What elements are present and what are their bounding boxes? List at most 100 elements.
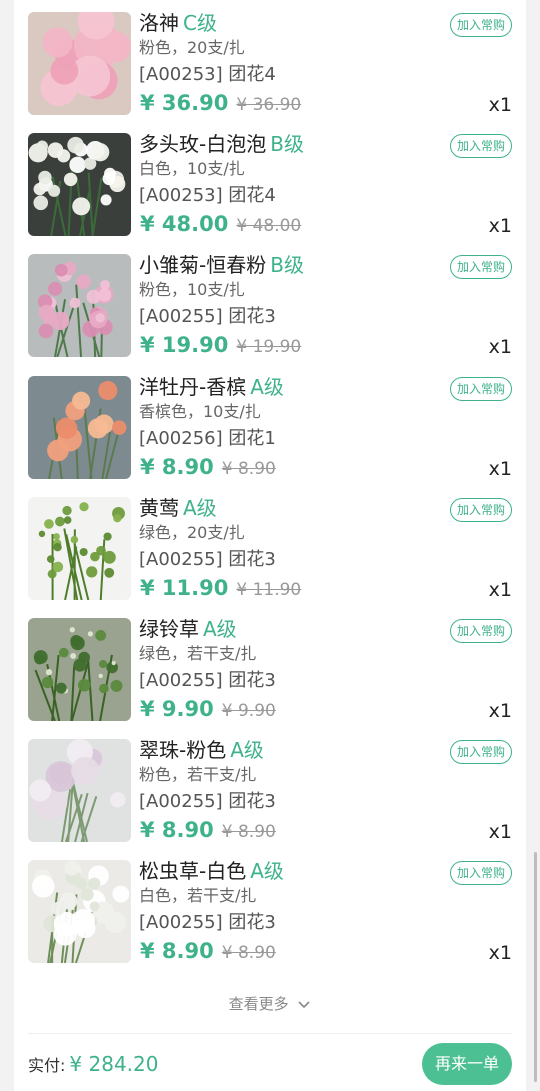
product-title: 洛神 — [139, 11, 179, 35]
reorder-button[interactable]: 再来一单 — [422, 1043, 512, 1085]
product-spec: 白色，若干支/扎 — [139, 886, 257, 906]
footer-divider — [28, 1033, 512, 1034]
product-image[interactable] — [28, 254, 131, 358]
product-code: [A00255] 团花3 — [139, 306, 276, 328]
product-spec: 粉色，10支/扎 — [139, 280, 245, 300]
product-image[interactable] — [28, 618, 131, 721]
original-price: ¥ 8.90 — [221, 822, 276, 843]
product-grade: C级 — [183, 11, 217, 35]
current-price: ¥ 8.90 — [140, 818, 214, 843]
product-price: ¥ 8.90 ¥ 8.90 — [140, 937, 276, 967]
product-quantity: x1 — [488, 578, 512, 601]
current-price: ¥ 9.90 — [140, 697, 214, 721]
product-item[interactable]: 翠珠-粉色 A级 粉色，若干支/扎 [A00255] 团花3 ¥ 8.90 ¥ 8.… — [14, 737, 526, 860]
order-items-card: 洛神 C级 粉色，20支/扎 [A00253] 团花4 ¥ 36.90 ¥ 36.9… — [14, 0, 526, 1091]
product-name: 小雏菊-恒春粉 B级 — [139, 252, 304, 278]
product-grade: B级 — [270, 132, 304, 157]
add-to-favorites-button[interactable]: 加入常购 — [450, 619, 512, 643]
product-quantity: x1 — [488, 700, 512, 722]
product-code: [A00255] 团花3 — [139, 548, 276, 570]
product-quantity: x1 — [488, 336, 512, 359]
product-title: 绿铃草 — [139, 617, 199, 641]
product-item[interactable]: 绿铃草 A级 绿色，若干支/扎 [A00255] 团花3 ¥ 9.90 ¥ 9.90… — [14, 616, 526, 739]
product-name: 洋牡丹-香槟 A级 — [139, 374, 284, 400]
product-price: ¥ 8.90 ¥ 8.90 — [140, 453, 276, 483]
add-to-favorites-button[interactable]: 加入常购 — [450, 497, 512, 522]
product-image[interactable] — [28, 496, 131, 600]
product-quantity: x1 — [488, 215, 512, 238]
product-grade: B级 — [270, 253, 304, 278]
product-grade: A级 — [183, 495, 217, 520]
current-price: ¥ 36.90 — [140, 91, 229, 115]
product-quantity: x1 — [488, 94, 512, 116]
add-to-favorites-button[interactable]: 加入常购 — [450, 861, 512, 886]
product-code: [A00253] 团花4 — [139, 185, 276, 207]
product-spec: 绿色，20支/扎 — [139, 522, 245, 542]
paid-amount: ¥ 284.20 — [69, 1052, 159, 1076]
original-price: ¥ 48.00 — [236, 216, 302, 237]
original-price: ¥ 8.90 — [221, 943, 276, 964]
product-item[interactable]: 洋牡丹-香槟 A级 香槟色，10支/扎 [A00256] 团花1 ¥ 8.90 ¥ … — [14, 374, 526, 497]
product-price: ¥ 9.90 ¥ 9.90 — [140, 695, 276, 725]
add-to-favorites-button[interactable]: 加入常购 — [450, 740, 512, 765]
original-price: ¥ 8.90 — [221, 458, 276, 479]
original-price: ¥ 36.90 — [236, 95, 302, 115]
product-name: 黄莺 A级 — [139, 495, 217, 521]
product-spec: 粉色，若干支/扎 — [139, 765, 257, 785]
product-price: ¥ 48.00 ¥ 48.00 — [140, 210, 301, 240]
product-title: 翠珠-粉色 — [139, 738, 227, 763]
product-grade: A级 — [250, 374, 284, 399]
product-name: 多头玫-白泡泡 B级 — [139, 131, 304, 157]
current-price: ¥ 8.90 — [140, 939, 214, 964]
product-title: 小雏菊-恒春粉 — [139, 253, 267, 278]
product-spec: 绿色，若干支/扎 — [139, 644, 257, 663]
original-price: ¥ 19.90 — [236, 337, 302, 358]
product-price: ¥ 8.90 ¥ 8.90 — [140, 816, 276, 846]
product-name: 绿铃草 A级 — [139, 616, 237, 642]
product-item[interactable]: 松虫草-白色 A级 白色，若干支/扎 [A00255] 团花3 ¥ 8.90 ¥ 8… — [14, 858, 526, 981]
product-spec: 粉色，20支/扎 — [139, 38, 245, 57]
product-title: 洋牡丹-香槟 — [139, 374, 247, 399]
product-name: 松虫草-白色 A级 — [139, 858, 284, 884]
product-grade: A级 — [250, 859, 284, 884]
product-quantity: x1 — [488, 942, 512, 965]
product-price: ¥ 36.90 ¥ 36.90 — [140, 89, 301, 119]
product-code: [A00255] 团花3 — [139, 791, 276, 813]
product-image[interactable] — [28, 860, 131, 964]
scrollbar[interactable] — [534, 852, 537, 1082]
product-item[interactable]: 多头玫-白泡泡 B级 白色，10支/扎 [A00253] 团花4 ¥ 48.00 ¥… — [14, 131, 526, 254]
add-to-favorites-button[interactable]: 加入常购 — [450, 255, 512, 280]
product-title: 松虫草-白色 — [139, 859, 247, 884]
product-grade: A级 — [230, 738, 264, 763]
product-title: 黄莺 — [139, 495, 179, 520]
product-quantity: x1 — [488, 457, 512, 480]
product-code: [A00253] 团花4 — [139, 64, 276, 85]
product-name: 翠珠-粉色 A级 — [139, 737, 264, 763]
original-price: ¥ 9.90 — [221, 701, 276, 721]
chevron-down-icon — [298, 1000, 310, 1008]
view-more-button[interactable]: 查看更多 — [14, 993, 526, 1015]
product-item[interactable]: 小雏菊-恒春粉 B级 粉色，10支/扎 [A00255] 团花3 ¥ 19.90 ¥… — [14, 252, 526, 375]
product-image[interactable] — [28, 739, 131, 843]
paid-label: 实付: — [28, 1056, 66, 1075]
product-image[interactable] — [28, 12, 131, 115]
product-code: [A00255] 团花3 — [139, 912, 276, 934]
product-grade: A级 — [203, 617, 237, 641]
current-price: ¥ 48.00 — [140, 212, 229, 237]
product-title: 多头玫-白泡泡 — [139, 132, 267, 157]
current-price: ¥ 8.90 — [140, 454, 214, 479]
product-item[interactable]: 洛神 C级 粉色，20支/扎 [A00253] 团花4 ¥ 36.90 ¥ 36.9… — [14, 10, 526, 133]
current-price: ¥ 11.90 — [140, 575, 229, 600]
add-to-favorites-button[interactable]: 加入常购 — [450, 134, 512, 159]
product-item[interactable]: 黄莺 A级 绿色，20支/扎 [A00255] 团花3 ¥ 11.90 ¥ 11.9… — [14, 495, 526, 618]
product-image[interactable] — [28, 375, 131, 479]
view-more-label: 查看更多 — [228, 995, 289, 1013]
add-to-favorites-button[interactable]: 加入常购 — [450, 376, 512, 401]
add-to-favorites-button[interactable]: 加入常购 — [450, 13, 512, 37]
product-image[interactable] — [28, 133, 131, 237]
product-name: 洛神 C级 — [139, 10, 217, 36]
original-price: ¥ 11.90 — [236, 579, 302, 600]
product-code: [A00255] 团花3 — [139, 670, 276, 691]
product-spec: 白色，10支/扎 — [139, 159, 245, 179]
product-price: ¥ 11.90 ¥ 11.90 — [140, 574, 301, 604]
